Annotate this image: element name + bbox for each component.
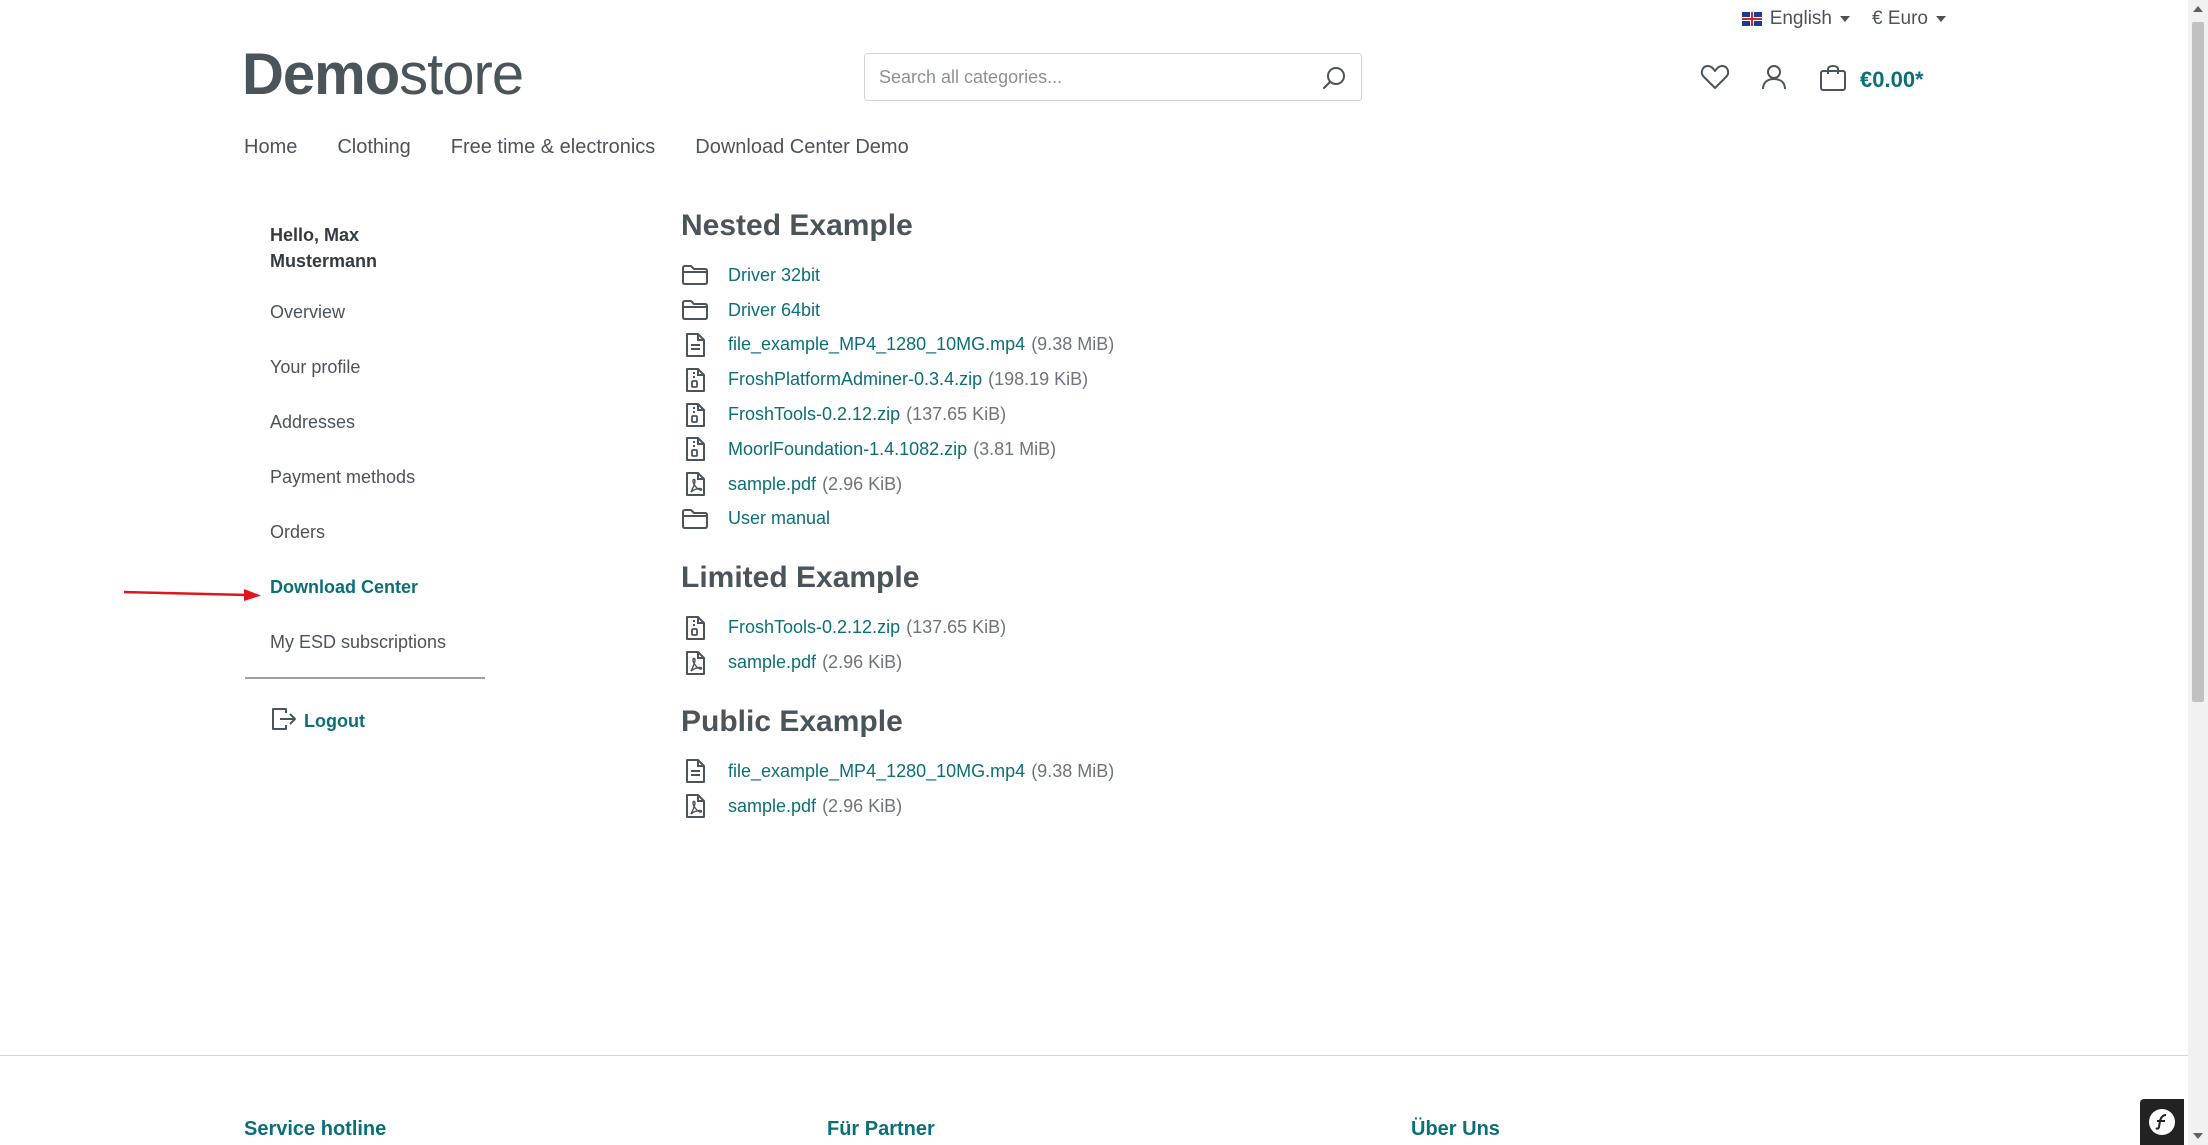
sidebar-item-profile[interactable]: Your profile xyxy=(270,357,446,412)
section-title: Public Example xyxy=(681,704,903,738)
scroll-up-icon[interactable] xyxy=(2193,6,2203,12)
file-pdf-icon xyxy=(681,650,709,676)
file-list-item: sample.pdf (2.96 KiB) xyxy=(681,467,1381,502)
search-icon[interactable] xyxy=(1321,65,1347,96)
file-list-item: FroshTools-0.2.12.zip (137.65 KiB) xyxy=(681,397,1381,432)
cart-total[interactable]: €0.00* xyxy=(1860,67,1924,93)
logo-light-text: store xyxy=(399,42,524,107)
folder-icon xyxy=(681,299,709,321)
annotation-arrow-icon xyxy=(124,589,261,601)
download-section: Public Example file_example_MP4_1280_10MG… xyxy=(681,702,1381,824)
file-list-item: sample.pdf (2.96 KiB) xyxy=(681,789,1381,824)
footer-ueber-uns[interactable]: Über Uns xyxy=(1411,1118,1500,1141)
symfony-toolbar-icon[interactable] xyxy=(2140,1099,2184,1145)
logo-bold-text: Demo xyxy=(242,42,400,107)
user-icon[interactable] xyxy=(1760,63,1788,96)
download-section: Limited Example FroshTools-0.2.12.zip (137… xyxy=(681,558,1381,680)
sidebar-item-overview[interactable]: Overview xyxy=(270,302,446,357)
file-size: (3.81 MiB) xyxy=(973,438,1057,459)
sidebar-item-addresses[interactable]: Addresses xyxy=(270,412,446,467)
store-logo[interactable]: Demostore xyxy=(242,40,524,110)
folder-icon xyxy=(681,264,709,286)
download-section: Nested Example Driver 32bit Driver 64bit fi… xyxy=(681,206,1381,536)
language-label: English xyxy=(1769,8,1833,29)
currency-dropdown[interactable]: € Euro xyxy=(1872,8,1946,30)
logout-button[interactable]: Logout xyxy=(270,705,365,738)
main-navigation: Home Clothing Free time & electronics Do… xyxy=(244,136,909,159)
search-box xyxy=(864,53,1362,101)
top-bar: English € Euro xyxy=(1741,8,1946,30)
language-dropdown[interactable]: English xyxy=(1741,8,1851,30)
file-zip-icon xyxy=(681,367,709,393)
logout-icon xyxy=(270,705,298,738)
section-title: Nested Example xyxy=(681,209,913,242)
file-text-icon xyxy=(681,758,709,784)
file-list-item: Driver 64bit xyxy=(681,293,1381,328)
uk-flag-icon xyxy=(1741,12,1762,26)
account-greeting: Hello, Max Mustermann xyxy=(270,225,378,271)
file-link[interactable]: FroshTools-0.2.12.zip xyxy=(728,404,900,425)
page-scrollbar[interactable] xyxy=(2188,0,2208,1145)
file-link[interactable]: FroshPlatformAdminer-0.3.4.zip xyxy=(728,369,982,390)
file-zip-icon xyxy=(681,402,709,428)
file-link[interactable]: sample.pdf xyxy=(728,474,816,495)
file-zip-icon xyxy=(681,436,709,462)
scroll-down-icon[interactable] xyxy=(2193,1133,2203,1139)
file-link[interactable]: MoorlFoundation-1.4.1082.zip xyxy=(728,439,967,460)
file-link[interactable]: Driver 64bit xyxy=(728,300,820,321)
nav-item-free-time-electronics[interactable]: Free time & electronics xyxy=(451,136,656,159)
scrollbar-thumb[interactable] xyxy=(2192,22,2204,702)
file-link[interactable]: file_example_MP4_1280_10MG.mp4 xyxy=(728,334,1025,355)
file-link[interactable]: sample.pdf xyxy=(728,796,816,817)
file-size: (2.96 KiB) xyxy=(822,795,903,816)
file-link[interactable]: User manual xyxy=(728,508,830,529)
file-text-icon xyxy=(681,332,709,358)
sidebar-item-payment-methods[interactable]: Payment methods xyxy=(270,467,446,522)
file-zip-icon xyxy=(681,615,709,641)
folder-icon xyxy=(681,508,709,530)
file-size: (9.38 MiB) xyxy=(1031,334,1115,355)
file-size: (2.96 KiB) xyxy=(822,652,903,673)
sidebar-divider xyxy=(245,677,485,679)
file-link[interactable]: FroshTools-0.2.12.zip xyxy=(728,617,900,638)
currency-label: € Euro xyxy=(1872,8,1928,29)
logout-label: Logout xyxy=(304,711,365,731)
file-size: (137.65 KiB) xyxy=(906,404,1007,425)
nav-item-clothing[interactable]: Clothing xyxy=(337,136,410,159)
footer-divider xyxy=(0,1055,2188,1056)
file-list-item: MoorlFoundation-1.4.1082.zip (3.81 MiB) xyxy=(681,432,1381,467)
cart-icon[interactable] xyxy=(1818,62,1848,97)
file-list-item: FroshPlatformAdminer-0.3.4.zip (198.19 Ki… xyxy=(681,362,1381,397)
file-link[interactable]: Driver 32bit xyxy=(728,265,820,286)
file-list-item: Driver 32bit xyxy=(681,258,1381,293)
chevron-down-icon xyxy=(1840,16,1851,22)
section-title: Limited Example xyxy=(681,561,920,595)
sidebar-item-download-center[interactable]: Download Center xyxy=(270,577,446,632)
download-center-content: Nested Example Driver 32bit Driver 64bit fi… xyxy=(681,206,1381,846)
nav-item-download-center-demo[interactable]: Download Center Demo xyxy=(695,136,908,159)
file-size: (137.65 KiB) xyxy=(906,617,1007,638)
file-pdf-icon xyxy=(681,471,709,497)
heart-icon[interactable] xyxy=(1700,63,1730,96)
footer-fuer-partner[interactable]: Für Partner xyxy=(827,1118,935,1141)
file-size: (9.38 MiB) xyxy=(1031,760,1115,781)
nav-item-home[interactable]: Home xyxy=(244,136,297,159)
account-sidebar: Overview Your profile Addresses Payment … xyxy=(270,302,446,687)
search-input[interactable] xyxy=(877,54,1301,100)
footer-service-hotline[interactable]: Service hotline xyxy=(244,1118,386,1141)
file-list-item: sample.pdf (2.96 KiB) xyxy=(681,645,1381,680)
file-list-item: file_example_MP4_1280_10MG.mp4 (9.38 MiB) xyxy=(681,328,1381,363)
file-link[interactable]: sample.pdf xyxy=(728,652,816,673)
file-pdf-icon xyxy=(681,793,709,819)
file-size: (2.96 KiB) xyxy=(822,473,903,494)
file-size: (198.19 KiB) xyxy=(988,369,1089,390)
file-list-item: User manual xyxy=(681,502,1381,537)
file-list-item: FroshTools-0.2.12.zip (137.65 KiB) xyxy=(681,610,1381,645)
sidebar-item-orders[interactable]: Orders xyxy=(270,522,446,577)
header-actions: €0.00* xyxy=(1700,62,1924,97)
chevron-down-icon xyxy=(1936,16,1946,22)
file-list-item: file_example_MP4_1280_10MG.mp4 (9.38 MiB) xyxy=(681,754,1381,789)
file-link[interactable]: file_example_MP4_1280_10MG.mp4 xyxy=(728,761,1025,782)
